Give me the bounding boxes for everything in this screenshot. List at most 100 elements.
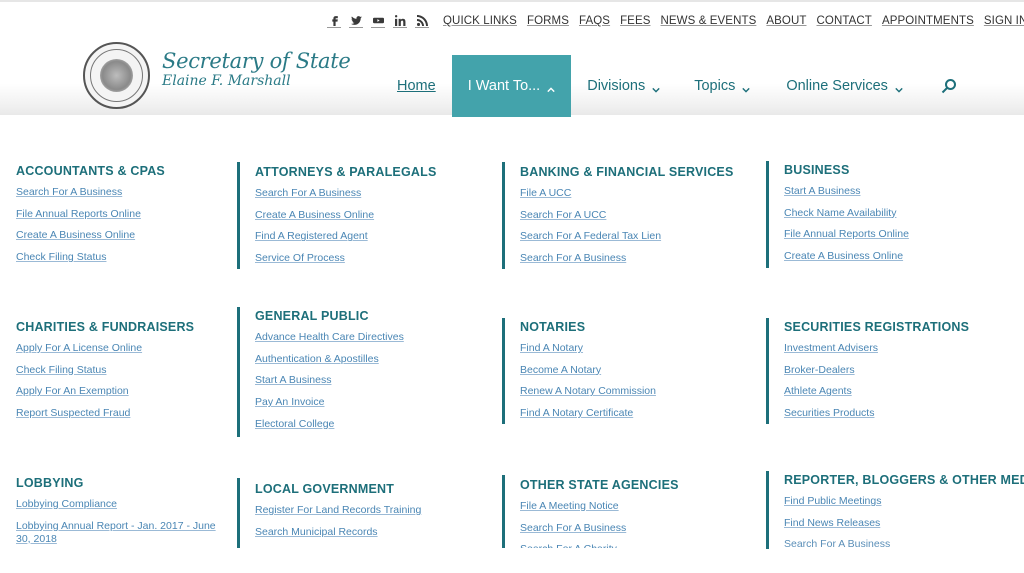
group-link[interactable]: Pay An Invoice: [255, 396, 404, 409]
group-link[interactable]: Search For A Business: [255, 187, 437, 200]
group-link[interactable]: Find A Notary Certificate: [520, 407, 656, 420]
group-link[interactable]: Authentication & Apostilles: [255, 353, 404, 366]
group-title: OTHER STATE AGENCIES: [520, 478, 679, 492]
group-link[interactable]: Search For A Business: [16, 186, 165, 199]
chevron-down-icon: [742, 82, 751, 93]
forms-link[interactable]: FORMS: [527, 15, 569, 27]
search-button[interactable]: [915, 55, 969, 117]
group-link[interactable]: Report Suspected Fraud: [16, 407, 194, 420]
group-attorneys: ATTORNEYS & PARALEGALS Search For A Busi…: [237, 162, 437, 269]
group-link[interactable]: File A UCC: [520, 187, 734, 200]
news-events-link[interactable]: NEWS & EVENTS: [661, 15, 757, 27]
group-other-state-agencies: OTHER STATE AGENCIES File A Meeting Noti…: [502, 475, 679, 548]
group-link[interactable]: Find A Notary: [520, 342, 656, 355]
group-title: CHARITIES & FUNDRAISERS: [16, 320, 195, 334]
chevron-down-icon: [895, 82, 903, 93]
group-link[interactable]: Renew A Notary Commission: [520, 385, 656, 398]
group-link[interactable]: Apply For A License Online: [16, 342, 194, 355]
group-link[interactable]: Electoral College: [255, 418, 404, 431]
group-link[interactable]: Start A Business: [784, 185, 909, 198]
youtube-icon[interactable]: [371, 14, 385, 28]
group-link[interactable]: Start A Business: [255, 374, 404, 387]
site-logo[interactable]: Secretary of State Elaine F. Marshall: [83, 42, 351, 109]
group-link[interactable]: Search For A Business: [520, 252, 734, 265]
group-link[interactable]: Service Of Process: [255, 252, 437, 265]
group-reporters-media: REPORTER, BLOGGERS & OTHER MEDIA Find Pu…: [766, 471, 1024, 549]
fees-link[interactable]: FEES: [620, 15, 650, 27]
group-link[interactable]: Check Filing Status: [16, 251, 165, 264]
group-link[interactable]: Lobbying Compliance: [16, 498, 228, 511]
linkedin-icon[interactable]: [393, 14, 407, 28]
facebook-icon[interactable]: [327, 14, 341, 28]
group-link[interactable]: Athlete Agents: [784, 385, 969, 398]
group-link[interactable]: Advance Health Care Directives: [255, 331, 404, 344]
group-link[interactable]: Check Filing Status: [16, 364, 194, 377]
chevron-down-icon: [652, 82, 660, 93]
rss-icon[interactable]: [415, 14, 429, 28]
group-accountants: ACCOUNTANTS & CPAS Search For A Business…: [16, 164, 165, 273]
nav-topics-label: Topics: [694, 78, 736, 94]
group-link[interactable]: Search For A UCC: [520, 209, 734, 222]
main-nav: Home I Want To... Divisions Topics Onlin…: [385, 55, 969, 117]
group-link[interactable]: File A Meeting Notice: [520, 500, 679, 513]
group-link[interactable]: Check Name Availability: [784, 207, 909, 220]
nav-i-want-to[interactable]: I Want To...: [451, 55, 572, 117]
group-title: ACCOUNTANTS & CPAS: [16, 164, 165, 178]
group-link[interactable]: Search For A Federal Tax Lien: [520, 230, 734, 243]
group-link[interactable]: Create A Business Online: [784, 250, 909, 263]
group-link[interactable]: Broker-Dealers: [784, 364, 969, 377]
site-header: QUICK LINKS FORMS FAQS FEES NEWS & EVENT…: [0, 2, 1024, 117]
group-link[interactable]: Securities Products: [784, 407, 969, 420]
group-link[interactable]: Find A Registered Agent: [255, 230, 437, 243]
group-link[interactable]: Create A Business Online: [255, 209, 437, 222]
faqs-link[interactable]: FAQS: [579, 15, 610, 27]
contact-link[interactable]: CONTACT: [817, 15, 872, 27]
group-link[interactable]: Lobbying Annual Report - Jan. 2017 - Jun…: [16, 520, 228, 546]
group-general-public: GENERAL PUBLIC Advance Health Care Direc…: [237, 307, 404, 437]
nav-home-label: Home: [397, 78, 436, 94]
group-link[interactable]: Find Public Meetings: [784, 495, 1024, 508]
nav-divisions-label: Divisions: [587, 78, 646, 94]
group-link[interactable]: Become A Notary: [520, 364, 656, 377]
state-seal-icon: [83, 42, 150, 109]
appointments-link[interactable]: APPOINTMENTS: [882, 15, 974, 27]
nav-online-services[interactable]: Online Services: [762, 55, 915, 117]
group-title: LOCAL GOVERNMENT: [255, 482, 395, 496]
group-link[interactable]: File Annual Reports Online: [784, 228, 909, 241]
logo-text: Secretary of State Elaine F. Marshall: [162, 50, 351, 90]
group-title: BUSINESS: [784, 163, 850, 177]
group-charities: CHARITIES & FUNDRAISERS Apply For A Lice…: [16, 320, 194, 429]
group-securities: SECURITIES REGISTRATIONS Investment Advi…: [766, 318, 969, 424]
twitter-icon[interactable]: [349, 14, 363, 28]
group-link[interactable]: Search For A Business: [784, 538, 1024, 549]
about-link[interactable]: ABOUT: [766, 15, 806, 27]
group-title: ATTORNEYS & PARALEGALS: [255, 165, 437, 179]
group-title: BANKING & FINANCIAL SERVICES: [520, 165, 734, 179]
group-lobbying: LOBBYING Lobbying Compliance Lobbying An…: [16, 476, 228, 554]
group-link[interactable]: Search Municipal Records: [255, 526, 421, 539]
utility-bar: QUICK LINKS FORMS FAQS FEES NEWS & EVENT…: [327, 13, 1024, 29]
group-link[interactable]: Apply For An Exemption: [16, 385, 194, 398]
nav-divisions[interactable]: Divisions: [575, 55, 672, 117]
sign-in-link[interactable]: SIGN IN: [984, 15, 1024, 27]
quick-links-link[interactable]: QUICK LINKS: [443, 15, 517, 27]
group-link[interactable]: File Annual Reports Online: [16, 208, 165, 221]
group-notaries: NOTARIES Find A Notary Become A Notary R…: [502, 318, 656, 424]
group-title: REPORTER, BLOGGERS & OTHER MEDIA: [784, 473, 1024, 487]
chevron-up-icon: [547, 82, 555, 93]
group-link[interactable]: Search For A Business: [520, 522, 679, 535]
group-title: GENERAL PUBLIC: [255, 309, 369, 323]
group-link[interactable]: Search For A Charity: [520, 543, 679, 548]
group-link[interactable]: Register For Land Records Training: [255, 504, 421, 517]
group-business: BUSINESS Start A Business Check Name Ava…: [766, 161, 909, 268]
nav-i-want-to-label: I Want To...: [467, 78, 541, 94]
group-title: LOBBYING: [16, 476, 84, 490]
group-link[interactable]: Create A Business Online: [16, 229, 165, 242]
group-link[interactable]: Find News Releases: [784, 517, 1024, 530]
nav-home[interactable]: Home: [385, 55, 448, 117]
group-link[interactable]: Investment Advisers: [784, 342, 969, 355]
group-local-government: LOCAL GOVERNMENT Register For Land Recor…: [237, 478, 421, 548]
logo-subtitle: Elaine F. Marshall: [162, 73, 291, 89]
nav-topics[interactable]: Topics: [672, 55, 762, 117]
search-icon: [941, 79, 956, 94]
